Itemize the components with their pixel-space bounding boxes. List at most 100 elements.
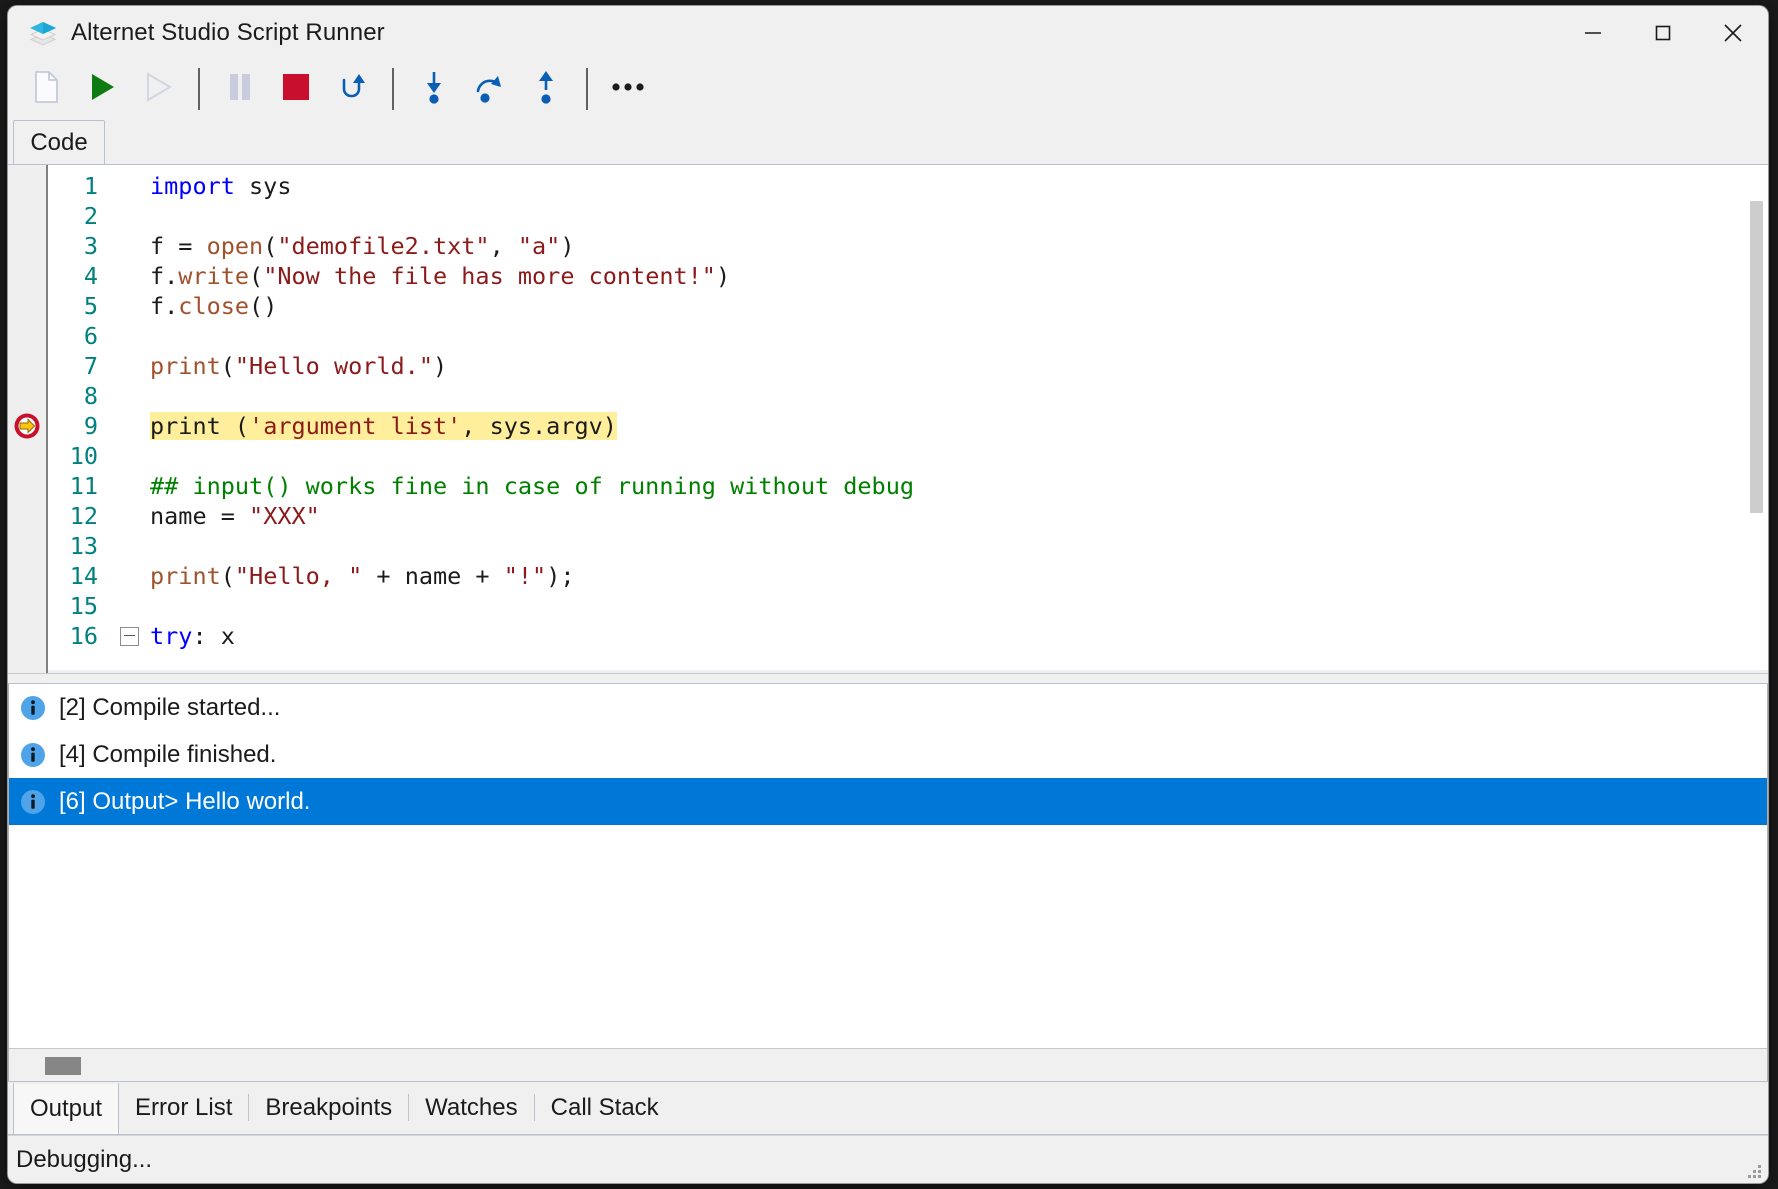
code-line[interactable]: 10	[48, 441, 1768, 471]
code-token: "Hello world."	[234, 352, 433, 380]
run-button[interactable]	[74, 65, 130, 113]
code-line[interactable]: 13	[48, 531, 1768, 561]
line-number: 16	[69, 622, 98, 650]
code-token: sys	[234, 172, 292, 200]
code-token: 'argument list'	[249, 412, 462, 440]
code-line-text: name = "XXX"	[150, 502, 320, 530]
code-token: print	[150, 562, 221, 590]
code-line-text: try: x	[150, 622, 235, 650]
info-icon	[19, 788, 47, 816]
code-line[interactable]: 15	[48, 591, 1768, 621]
tab-code[interactable]: Code	[13, 120, 105, 164]
info-icon	[19, 741, 47, 769]
code-line[interactable]: 6	[48, 321, 1768, 351]
tab-label: Error List	[135, 1093, 233, 1121]
tab-output[interactable]: Output	[13, 1082, 120, 1134]
line-number: 3	[83, 232, 98, 260]
code-line[interactable]: 5 f.close()	[48, 291, 1768, 321]
code-token: "XXX"	[249, 502, 320, 530]
code-token: "!"	[503, 562, 547, 590]
code-token: );	[546, 562, 575, 590]
code-line[interactable]: 4 f.write("Now the file has more content!…	[48, 261, 1768, 291]
toolbar-separator	[392, 68, 394, 110]
output-horizontal-scrollbar[interactable]	[9, 1048, 1767, 1081]
code-token: ## input() works fine in case of running…	[150, 472, 915, 500]
output-row[interactable]: [6] Output> Hello world.	[9, 778, 1767, 825]
output-scrollbar-thumb[interactable]	[45, 1057, 81, 1075]
code-token: close	[178, 292, 250, 320]
tab-error-list[interactable]: Error List	[119, 1081, 248, 1134]
code-token: write	[178, 262, 250, 290]
code-line[interactable]: 3 f = open("demofile2.txt", "a")	[48, 231, 1768, 261]
collapse-minus-icon[interactable]	[119, 626, 139, 646]
pause-icon	[227, 72, 253, 107]
status-text: Debugging...	[16, 1145, 153, 1173]
code-token: f.	[150, 292, 179, 320]
restart-icon	[336, 71, 368, 108]
code-line[interactable]: 9 print ('argument list', sys.argv)	[48, 411, 1768, 441]
step-out-button[interactable]	[518, 65, 574, 113]
code-token: ,	[489, 232, 518, 260]
code-token: )	[560, 232, 575, 260]
code-line[interactable]: 7 print("Hello world.")	[48, 351, 1768, 381]
stop-button[interactable]	[268, 65, 324, 113]
code-line[interactable]: 12 name = "XXX"	[48, 501, 1768, 531]
code-token: open	[206, 232, 264, 260]
output-row[interactable]: [4] Compile finished.	[9, 731, 1767, 778]
more-button[interactable]	[600, 65, 656, 113]
code-token: "a"	[517, 232, 561, 260]
restart-button[interactable]	[324, 65, 380, 113]
new-file-button[interactable]	[18, 65, 74, 113]
window-title: Alternet Studio Script Runner	[71, 19, 385, 46]
pause-button[interactable]	[212, 65, 268, 113]
editor-vertical-scrollbar[interactable]	[1746, 165, 1768, 673]
editor-scrollbar-thumb[interactable]	[1750, 201, 1763, 513]
app-window: Alternet Studio Script Runner Code 1 imp…	[8, 6, 1768, 1183]
step-over-icon	[474, 70, 506, 109]
code-line[interactable]: 2	[48, 201, 1768, 231]
code-line[interactable]: 11 ## input() works fine in case of runni…	[48, 471, 1768, 501]
breakpoint-gutter[interactable]	[8, 165, 48, 673]
code-token: import	[150, 172, 235, 200]
fold-toggle[interactable]	[108, 626, 150, 646]
step-out-icon	[531, 70, 561, 109]
editor-tab-strip: Code	[8, 118, 1768, 164]
code-line-text: print("Hello, " + name + "!");	[150, 562, 574, 590]
toolbar-separator	[586, 68, 588, 110]
code-line-text: print("Hello world.")	[150, 352, 447, 380]
code-token: (	[220, 352, 235, 380]
tab-call-stack[interactable]: Call Stack	[535, 1081, 675, 1134]
code-token: , sys.argv)	[461, 412, 617, 440]
run-without-debug-button[interactable]	[130, 65, 186, 113]
code-line-text: ## input() works fine in case of running…	[150, 472, 914, 500]
line-number: 4	[83, 262, 98, 290]
code-token: "demofile2.txt"	[277, 232, 490, 260]
step-into-button[interactable]	[406, 65, 462, 113]
line-number: 11	[69, 472, 98, 500]
horizontal-splitter[interactable]	[8, 673, 1768, 684]
code-token: print (	[150, 412, 250, 440]
code-line[interactable]: 14 print("Hello, " + name + "!");	[48, 561, 1768, 591]
step-into-icon	[419, 70, 449, 109]
code-line[interactable]: 1 import sys	[48, 171, 1768, 201]
output-row[interactable]: [2] Compile started...	[9, 684, 1767, 731]
maximize-button[interactable]	[1628, 6, 1698, 60]
tab-breakpoints[interactable]: Breakpoints	[249, 1081, 408, 1134]
code-line[interactable]: 8	[48, 381, 1768, 411]
toolbar	[8, 60, 1768, 118]
resize-grip-icon[interactable]	[1748, 1165, 1762, 1179]
output-pane[interactable]: [2] Compile started... [4] Compile finish…	[8, 684, 1768, 1081]
output-row-text: [6] Output> Hello world.	[59, 787, 311, 815]
code-token: ()	[249, 292, 278, 320]
close-button[interactable]	[1698, 6, 1768, 60]
line-number: 13	[69, 532, 98, 560]
step-over-button[interactable]	[462, 65, 518, 113]
code-line[interactable]: 16 try: x	[48, 621, 1768, 651]
code-text-area[interactable]: 1 import sys 2 3 f = open("demofile2.txt", "…	[48, 165, 1768, 673]
new-file-icon	[31, 70, 61, 109]
minimize-button[interactable]	[1558, 6, 1628, 60]
play-icon	[87, 71, 117, 108]
code-token: try	[150, 622, 193, 650]
status-bar: Debugging...	[8, 1135, 1768, 1183]
tab-watches[interactable]: Watches	[409, 1081, 533, 1134]
